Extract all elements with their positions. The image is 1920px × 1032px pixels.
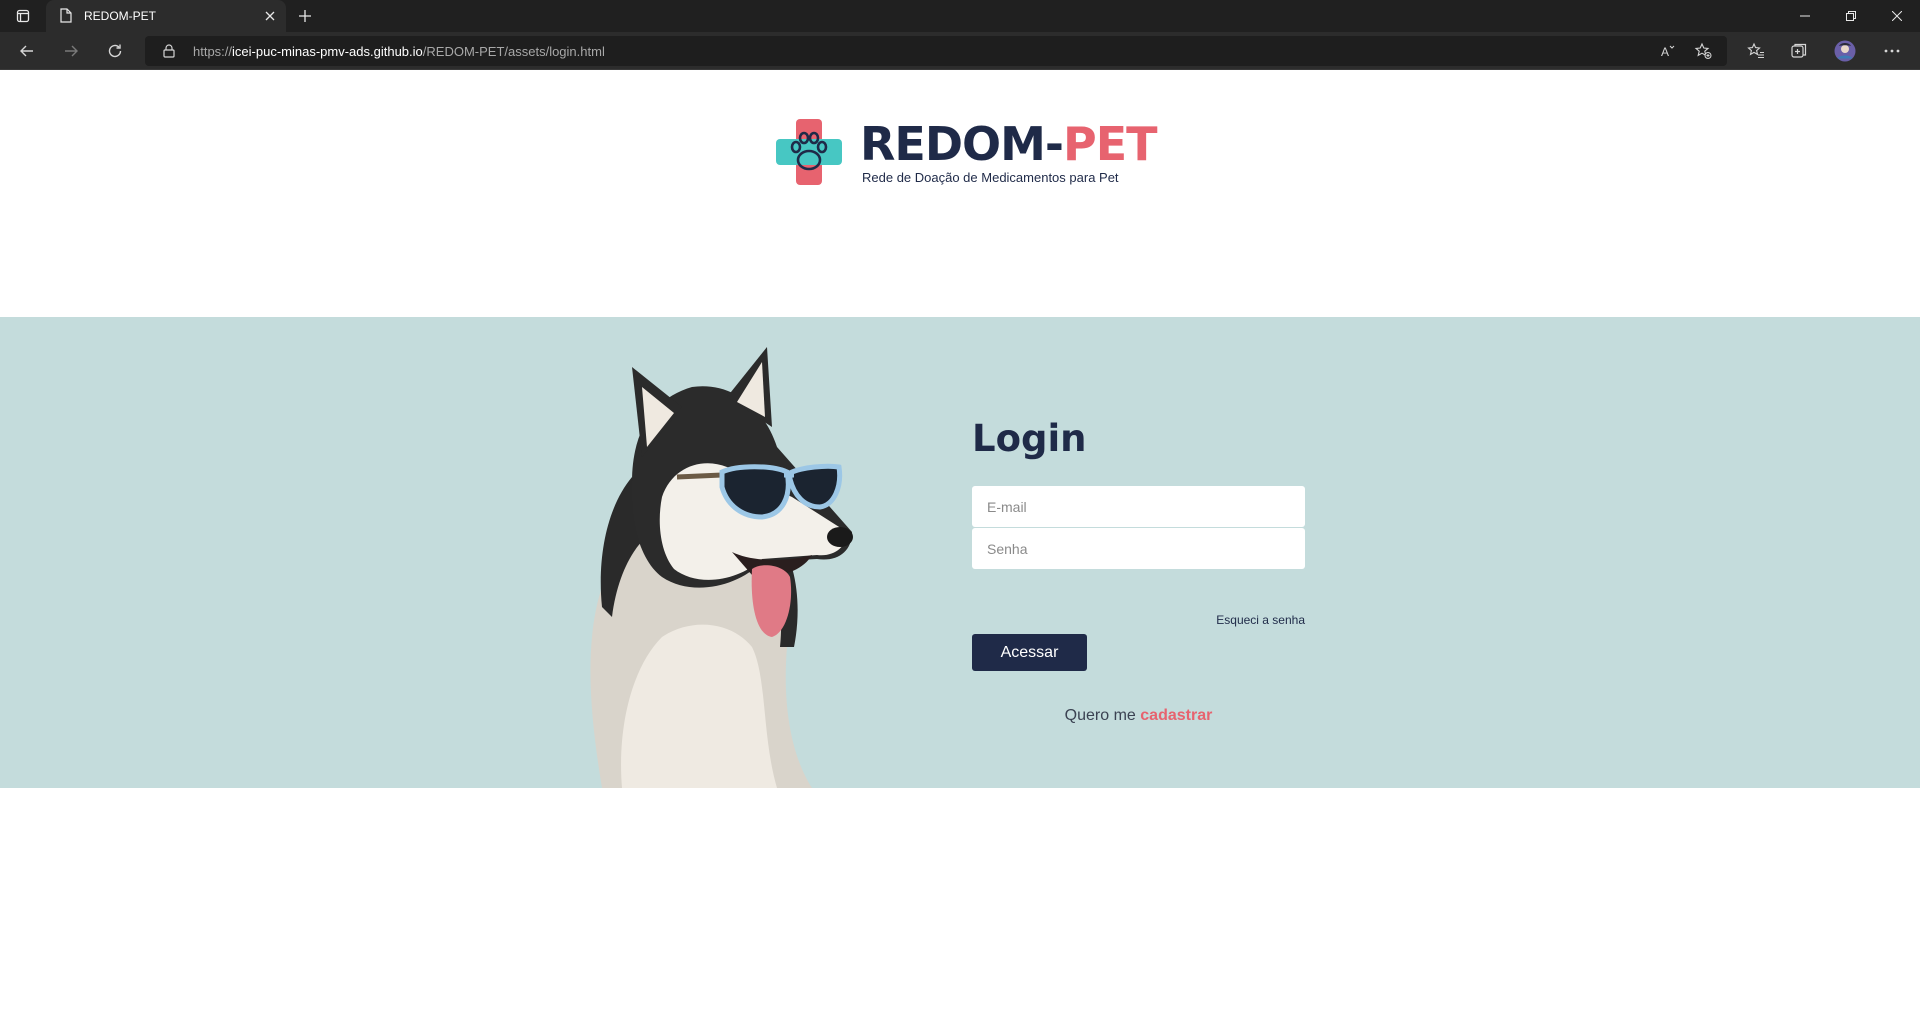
brand-main: REDOM- xyxy=(860,117,1064,171)
tab-title: REDOM-PET xyxy=(84,9,156,23)
url-host: icei-puc-minas-pmv-ads.github.io xyxy=(232,44,423,59)
browser-toolbar: https://icei-puc-minas-pmv-ads.github.io… xyxy=(0,32,1920,70)
signup-link[interactable]: cadastrar xyxy=(1140,707,1212,724)
site-logo[interactable]: REDOM-PET Rede de Doação de Medicamentos… xyxy=(774,117,1158,197)
brand-accent: PET xyxy=(1063,117,1158,171)
login-title: Login xyxy=(972,417,1087,460)
paw-cross-logo-icon xyxy=(776,119,842,185)
login-section: Login Esqueci a senha Acessar Quero me c… xyxy=(0,317,1920,788)
brand-tagline: Rede de Doação de Medicamentos para Pet xyxy=(862,170,1119,185)
read-aloud-icon[interactable]: A xyxy=(1660,43,1676,64)
lock-icon[interactable] xyxy=(163,44,175,63)
restore-icon[interactable] xyxy=(1828,0,1874,32)
refresh-icon[interactable] xyxy=(97,32,133,70)
profile-avatar[interactable] xyxy=(1827,32,1863,70)
page-content: REDOM-PET Rede de Doação de Medicamentos… xyxy=(0,71,1920,1032)
signup-prefix: Quero me xyxy=(1064,707,1136,724)
email-field[interactable] xyxy=(972,486,1305,527)
browser-tab-bar: REDOM-PET xyxy=(0,0,1920,32)
window-close-icon[interactable] xyxy=(1874,0,1920,32)
forgot-password-link[interactable]: Esqueci a senha xyxy=(1205,613,1305,627)
forward-icon[interactable] xyxy=(53,32,89,70)
browser-tab[interactable]: REDOM-PET xyxy=(46,0,286,32)
minimize-icon[interactable] xyxy=(1782,0,1828,32)
new-tab-icon[interactable] xyxy=(292,0,318,32)
more-icon[interactable] xyxy=(1874,32,1910,70)
login-button[interactable]: Acessar xyxy=(972,634,1087,671)
signup-prompt: Quero me cadastrar xyxy=(972,707,1305,725)
address-bar[interactable]: https://icei-puc-minas-pmv-ads.github.io… xyxy=(145,36,1727,66)
close-icon[interactable] xyxy=(264,9,276,27)
url-path: /REDOM-PET/assets/login.html xyxy=(422,44,605,59)
collections-icon[interactable] xyxy=(1781,32,1817,70)
password-field[interactable] xyxy=(972,528,1305,569)
add-favorite-icon[interactable] xyxy=(1694,42,1712,65)
url-scheme: https:// xyxy=(193,44,233,59)
url-text[interactable]: https://icei-puc-minas-pmv-ads.github.io… xyxy=(193,44,605,59)
husky-sunglasses-image xyxy=(590,347,853,788)
svg-text:A: A xyxy=(1661,45,1669,59)
page-icon xyxy=(60,8,72,28)
favorites-icon[interactable] xyxy=(1738,32,1774,70)
back-icon[interactable] xyxy=(9,32,45,70)
tab-actions-icon[interactable] xyxy=(10,0,36,32)
brand-name: REDOM-PET xyxy=(860,117,1158,171)
